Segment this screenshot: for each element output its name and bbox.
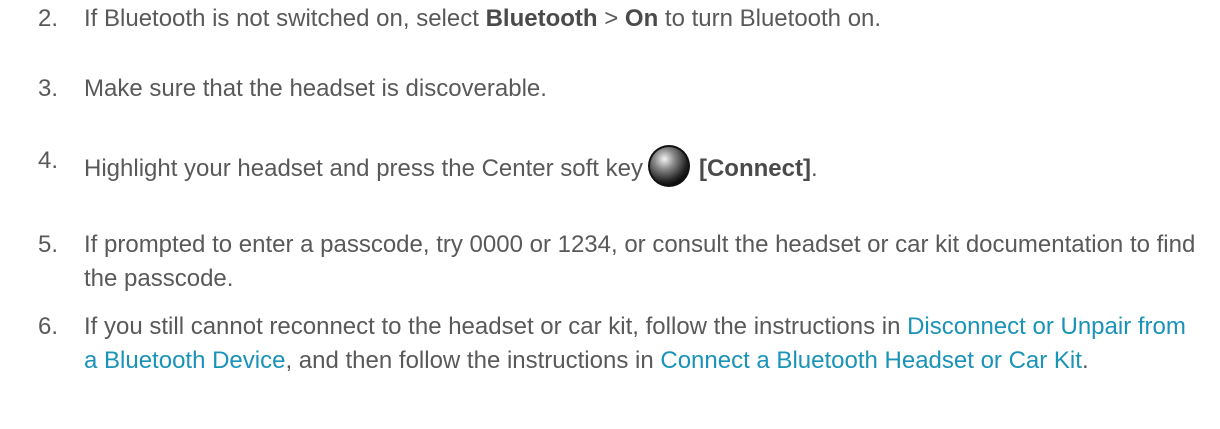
step-number: 6.	[38, 313, 59, 340]
step-3: 3. Make sure that the headset is discove…	[38, 72, 1200, 106]
step-4: 4. Highlight your headset and press the …	[38, 144, 1200, 188]
step-text: Highlight your headset and press the Cen…	[84, 144, 1200, 188]
center-soft-key-icon	[647, 145, 690, 187]
step-number: 5.	[38, 231, 59, 258]
step-number: 3.	[38, 75, 59, 102]
step-text: Make sure that the headset is discoverab…	[84, 75, 547, 102]
step-number: 4.	[38, 147, 59, 174]
on-option-label: On	[624, 5, 659, 32]
step-5: 5. If prompted to enter a passcode, try …	[38, 228, 1200, 296]
connect-softkey-label: [Connect]	[698, 155, 811, 182]
step-number: 2.	[38, 5, 59, 32]
step-text: If Bluetooth is not switched on, select …	[84, 5, 882, 32]
step-2: 2. If Bluetooth is not switched on, sele…	[38, 2, 1200, 36]
bluetooth-menu-label: Bluetooth	[485, 5, 598, 32]
step-6: 6. If you still cannot reconnect to the …	[38, 310, 1200, 378]
connect-headset-link[interactable]: Connect a Bluetooth Headset or Car Kit	[660, 347, 1082, 374]
step-text: If prompted to enter a passcode, try 000…	[84, 231, 1196, 292]
step-text: If you still cannot reconnect to the hea…	[84, 313, 1186, 374]
